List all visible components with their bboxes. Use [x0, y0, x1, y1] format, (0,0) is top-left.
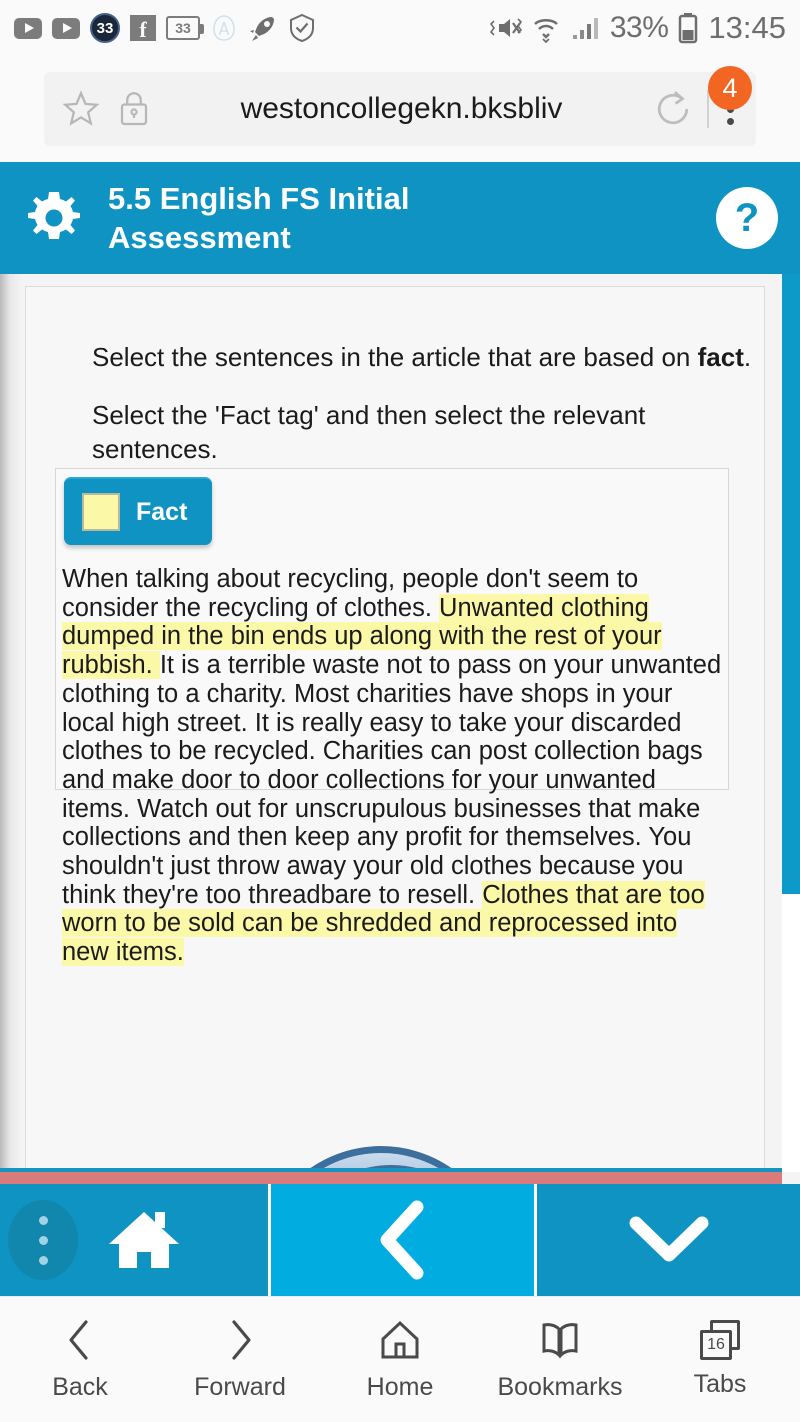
- facebook-letter: f: [139, 17, 147, 42]
- home-icon[interactable]: [105, 1204, 183, 1276]
- progress-separator-bar: [0, 1172, 782, 1184]
- article-panel: Fact When talking about recycling, peopl…: [55, 468, 729, 967]
- battery-33-icon: 33: [166, 16, 204, 40]
- nav-item-home[interactable]: Home: [320, 1317, 480, 1402]
- book-open-icon: [542, 1323, 578, 1359]
- instruction-1-suffix: .: [743, 342, 752, 372]
- nav-label-forward: Forward: [194, 1373, 286, 1401]
- phone-screen: 33 f 33 33% 13:45 westoncollegekn.bksbli…: [0, 0, 800, 1422]
- status-bar-left-icons: 33 f 33: [14, 13, 316, 43]
- toolbar-down-segment[interactable]: [537, 1184, 800, 1296]
- badge-33-icon: 33: [90, 13, 120, 43]
- nav-item-bookmarks[interactable]: Bookmarks: [480, 1317, 640, 1402]
- tabs-icon: 16: [700, 1320, 740, 1360]
- progress-separator-cap: [782, 1172, 800, 1184]
- instruction-1-prefix: Select the sentences in the article that…: [92, 342, 698, 372]
- status-bar-right-icons: 33% 13:45: [489, 10, 786, 46]
- url-text[interactable]: westoncollegekn.bksbliv: [160, 92, 643, 126]
- instruction-line-1: Select the sentences in the article that…: [92, 340, 751, 374]
- android-status-bar: 33 f 33 33% 13:45: [0, 0, 800, 56]
- youtube-play-icon: [14, 17, 42, 39]
- page-title: 5.5 English FS Initial Assessment: [108, 181, 410, 255]
- fact-tag-label: Fact: [136, 497, 188, 526]
- nav-label-back: Back: [52, 1373, 108, 1401]
- fact-swatch-icon: [82, 493, 120, 531]
- page-scrollbar-thumb[interactable]: [782, 274, 800, 894]
- address-bar[interactable]: westoncollegekn.bksbliv 4: [44, 66, 756, 146]
- content-card: Select the sentences in the article that…: [25, 286, 765, 1180]
- mute-vibrate-icon: [489, 18, 522, 37]
- chevron-left-icon[interactable]: [371, 1199, 435, 1281]
- bookmark-star-icon[interactable]: [60, 88, 102, 130]
- chevron-left-icon: [69, 1320, 88, 1360]
- app-bottom-toolbar: [0, 1184, 800, 1296]
- youtube-play-icon: [52, 17, 80, 39]
- tabs-count-label: 16: [700, 1330, 732, 1360]
- instruction-line-2: Select the 'Fact tag' and then select th…: [92, 400, 646, 464]
- page-body: Select the sentences in the article that…: [0, 274, 782, 1180]
- nav-item-back[interactable]: Back: [0, 1317, 160, 1402]
- nav-item-forward[interactable]: Forward: [160, 1317, 320, 1402]
- app-header: 5.5 English FS Initial Assessment ?: [0, 162, 800, 274]
- instruction-1-bold: fact: [697, 342, 744, 372]
- facebook-icon: f: [130, 15, 156, 41]
- browser-bottom-nav: Back Forward Home Bookmarks 16 Tabs: [0, 1296, 800, 1422]
- recycling-arrow-graphic: [221, 1061, 621, 1180]
- tab-count-badge[interactable]: 4: [708, 66, 752, 110]
- chevron-right-icon: [232, 1320, 251, 1360]
- battery-icon: [679, 13, 698, 44]
- article-text[interactable]: When talking about recycling, people don…: [62, 565, 722, 967]
- gear-icon[interactable]: [22, 186, 86, 250]
- browser-toolbar: westoncollegekn.bksbliv 4: [0, 56, 800, 162]
- assistant-a-icon: [213, 15, 235, 41]
- wifi-icon: [534, 19, 558, 43]
- help-button[interactable]: ?: [716, 187, 778, 249]
- fact-tag-button[interactable]: Fact: [64, 477, 212, 545]
- toolbar-home-segment[interactable]: [0, 1184, 268, 1296]
- toolbar-menu-icon[interactable]: [8, 1200, 78, 1280]
- nav-item-tabs[interactable]: 16 Tabs: [640, 1320, 800, 1399]
- rocket-icon: [250, 17, 274, 41]
- home-outline-icon: [381, 1320, 419, 1359]
- nav-label-bookmarks: Bookmarks: [497, 1373, 623, 1401]
- article-segment: It is a terrible waste not to pass on yo…: [62, 651, 722, 909]
- padlock-icon[interactable]: [116, 89, 152, 129]
- clock-label: 13:45: [708, 10, 786, 45]
- toolbar-back-segment[interactable]: [268, 1184, 537, 1296]
- shield-check-icon: [290, 13, 314, 43]
- nav-label-tabs: Tabs: [693, 1370, 747, 1398]
- reload-icon[interactable]: [651, 87, 695, 131]
- signal-icon: [572, 18, 598, 39]
- chevron-down-icon[interactable]: [626, 1209, 712, 1271]
- nav-label-home: Home: [366, 1373, 434, 1401]
- battery-percent-label: 33%: [609, 11, 669, 44]
